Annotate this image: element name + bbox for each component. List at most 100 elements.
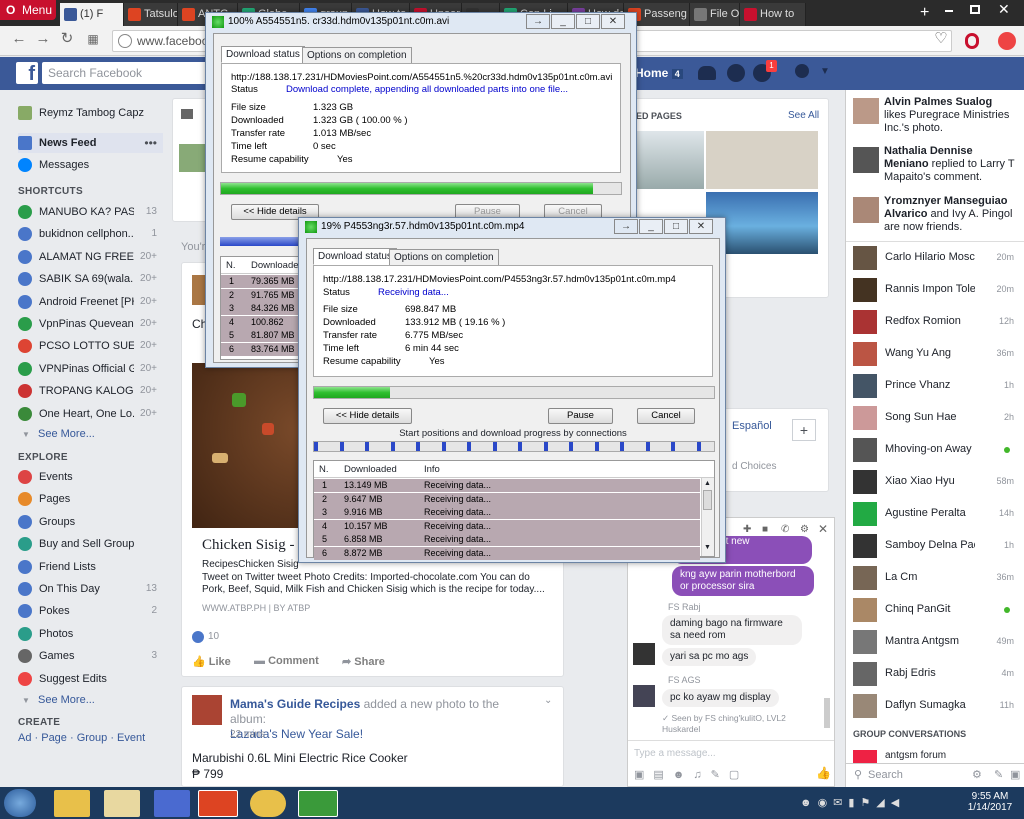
minimize-button[interactable]: _ bbox=[551, 14, 575, 29]
sidebar-item[interactable]: One Heart, One Lo... 20+ bbox=[18, 404, 163, 424]
post-time[interactable]: 22 mins bbox=[230, 729, 265, 740]
sidebar-item[interactable]: Android Freenet [PH] 20+ bbox=[18, 292, 163, 312]
contact-item[interactable]: Rannis Impon Tole... 20m bbox=[853, 276, 1018, 306]
forward-icon[interactable]: → bbox=[34, 30, 52, 48]
table-row[interactable]: 3 9.916 MB Receiving data... bbox=[314, 506, 700, 519]
chat-scrollbar[interactable] bbox=[824, 698, 830, 728]
contact-item[interactable]: Chinq PanGit bbox=[853, 596, 1018, 626]
post-options-chevron-icon[interactable]: ⌄ bbox=[544, 695, 552, 706]
contact-item[interactable]: Samboy Delna Paco 1h bbox=[853, 532, 1018, 562]
sidebar-item[interactable]: Games 3 bbox=[18, 646, 163, 666]
app-taskbar-icon[interactable] bbox=[154, 790, 190, 817]
tab-download-status[interactable]: Download status bbox=[313, 248, 397, 265]
sidebar-item[interactable]: Pokes 2 bbox=[18, 601, 163, 621]
clock[interactable]: 9:55 AM 1/14/2017 bbox=[960, 791, 1020, 813]
contact-item[interactable]: Wang Yu Ang 36m bbox=[853, 340, 1018, 370]
tab-download-status[interactable]: Download status bbox=[221, 46, 305, 63]
sidebar-item[interactable]: Suggest Edits bbox=[18, 669, 163, 689]
sidebar-item-messages[interactable]: Messages bbox=[18, 155, 163, 175]
see-more-link[interactable]: ▼ See More... bbox=[22, 428, 95, 440]
language-link[interactable]: Español bbox=[732, 420, 772, 432]
contact-item[interactable]: Song Sun Hae 2h bbox=[853, 404, 1018, 434]
add-language-button[interactable]: + bbox=[792, 419, 816, 441]
browser-tab[interactable]: How to bbox=[740, 3, 806, 26]
table-row[interactable]: 1 79.365 MB bbox=[221, 275, 299, 288]
phone-icon[interactable]: ✆ bbox=[781, 524, 789, 535]
scrollbar-thumb[interactable] bbox=[703, 490, 712, 510]
table-row[interactable]: 6 8.872 MB Receiving data... bbox=[314, 546, 700, 560]
close-button[interactable]: ✕ bbox=[689, 219, 713, 234]
pause-button[interactable]: Pause bbox=[548, 408, 613, 424]
quick-help-icon[interactable] bbox=[795, 64, 809, 78]
minimize-icon[interactable] bbox=[945, 10, 953, 12]
sidebar-item[interactable]: Friend Lists bbox=[18, 557, 163, 577]
like-count[interactable]: 10 bbox=[208, 631, 219, 642]
see-all-link[interactable]: See All bbox=[788, 110, 819, 121]
contact-item[interactable]: Redfox Romion 12h bbox=[853, 308, 1018, 338]
camera-icon[interactable] bbox=[181, 109, 193, 119]
video-call-icon[interactable]: ■ bbox=[762, 524, 768, 535]
chat-close-icon[interactable]: ✕ bbox=[818, 522, 828, 536]
browser-tab[interactable]: (1) F bbox=[60, 3, 124, 26]
friend-requests-icon[interactable] bbox=[698, 66, 716, 80]
sidebar-item[interactable]: VPNPinas Official G... 20+ bbox=[18, 359, 163, 379]
contact-item[interactable]: Rabj Edris 4m bbox=[853, 660, 1018, 690]
close-button[interactable]: ✕ bbox=[601, 14, 625, 29]
contact-item[interactable]: Xiao Xiao Hyu 58m bbox=[853, 468, 1018, 498]
maximize-button[interactable]: □ bbox=[576, 14, 600, 29]
favorite-heart-icon[interactable]: ♡ bbox=[932, 30, 950, 48]
sidebar-item[interactable]: Pages bbox=[18, 489, 163, 509]
sidebar-item[interactable]: Groups bbox=[18, 512, 163, 532]
contact-item[interactable]: Mhoving-on Away Fh... bbox=[853, 436, 1018, 466]
like-button[interactable]: 👍 Like bbox=[192, 655, 231, 668]
gear-icon[interactable]: ⚙ bbox=[972, 768, 982, 781]
facebook-logo-icon[interactable]: f bbox=[16, 62, 38, 85]
browser-menu-button[interactable]: Menu bbox=[0, 0, 56, 20]
search-taskbar-icon[interactable] bbox=[104, 790, 140, 817]
home-link[interactable]: Home 4 bbox=[635, 66, 683, 80]
sidebar-item[interactable]: bukidnon cellphon... 1 bbox=[18, 224, 163, 244]
table-row[interactable]: 4 10.157 MB Receiving data... bbox=[314, 519, 700, 533]
table-row[interactable]: 1 13.149 MB Receiving data... bbox=[314, 479, 700, 492]
idm-arrow-icon[interactable]: → bbox=[614, 219, 638, 234]
ad-choices-link[interactable]: d Choices bbox=[732, 461, 776, 472]
page-thumbnail[interactable] bbox=[636, 131, 704, 189]
sidebar-item[interactable]: Buy and Sell Groups bbox=[18, 534, 163, 554]
chat-search-input[interactable]: Search bbox=[868, 769, 903, 781]
table-row[interactable]: 2 9.647 MB Receiving data... bbox=[314, 492, 700, 506]
table-row[interactable]: 4100.862 MB bbox=[221, 315, 299, 340]
sidebar-item[interactable]: Events bbox=[18, 467, 163, 487]
browser-tab[interactable]: Tatsuloi bbox=[124, 3, 178, 26]
group-conversation-item[interactable]: antgsm forum bbox=[885, 750, 946, 761]
close-icon[interactable]: ✕ bbox=[998, 1, 1010, 18]
hide-details-button[interactable]: << Hide details bbox=[323, 408, 412, 424]
sidebar-item[interactable]: PCSO LOTTO SUE... 20+ bbox=[18, 336, 163, 356]
sidebar-item[interactable]: TROPANG KALOG 20+ bbox=[18, 381, 163, 401]
see-more-explore-link[interactable]: ▼ See More... bbox=[22, 694, 95, 706]
reload-icon[interactable]: ↻ bbox=[58, 30, 76, 48]
idm-taskbar-icon[interactable] bbox=[298, 790, 338, 817]
table-row[interactable]: 5 81.807 MB bbox=[221, 329, 299, 342]
profile-link[interactable]: Reymz Tambog Capz bbox=[18, 103, 163, 123]
contact-item[interactable]: La Cm 36m bbox=[853, 564, 1018, 594]
table-row[interactable]: 3 84.326 MB bbox=[221, 302, 299, 315]
sidebar-item[interactable]: ALAMAT NG FREE... 20+ bbox=[18, 247, 163, 267]
tab-options-on-completion[interactable]: Options on completion bbox=[389, 249, 499, 266]
extension-icon[interactable] bbox=[998, 32, 1016, 50]
create-links[interactable]: Ad · Page · Group · Event bbox=[18, 732, 145, 744]
start-button[interactable] bbox=[4, 789, 36, 817]
sidebar-item[interactable]: VpnPinas Queveang... 20+ bbox=[18, 314, 163, 334]
list-scrollbar[interactable]: ▲ ▼ bbox=[701, 478, 714, 556]
facebook-search-input[interactable]: Search Facebook bbox=[42, 62, 212, 84]
sidebar-item-news-feed[interactable]: News Feed ••• bbox=[18, 133, 163, 153]
share-button[interactable]: ➦ Share bbox=[342, 655, 385, 668]
opera-taskbar-icon[interactable] bbox=[198, 790, 238, 817]
new-tab-button[interactable]: + bbox=[920, 4, 936, 22]
sidebar-item[interactable]: MANUBO KA? PAS... 13 bbox=[18, 202, 163, 222]
gear-icon[interactable]: ⚙ bbox=[800, 524, 809, 535]
speed-dial-icon[interactable]: ▦ bbox=[84, 30, 102, 48]
contact-item[interactable]: Agustine Peralta 14h bbox=[853, 500, 1018, 530]
explorer-taskbar-icon[interactable] bbox=[54, 790, 90, 817]
account-menu-chevron-icon[interactable]: ▼ bbox=[820, 66, 830, 77]
table-row[interactable]: 6 83.764 MB bbox=[221, 342, 299, 356]
